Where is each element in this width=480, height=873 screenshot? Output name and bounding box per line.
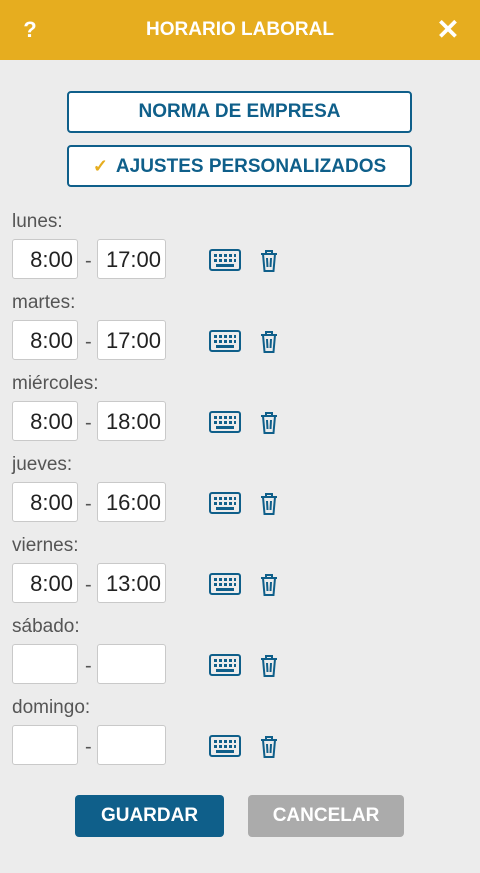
start-time-input[interactable]: 8:00 [12,401,78,441]
start-time-input[interactable]: 8:00 [12,482,78,522]
end-time-input[interactable]: 17:00 [97,320,166,360]
checkmark-icon: ✓ [92,156,108,176]
day-label-tuesday: martes: [12,292,76,313]
start-time-input[interactable]: 8:00 [12,239,78,279]
start-time-input[interactable]: 8:00 [12,320,78,360]
time-separator: - [85,574,92,596]
keyboard-icon[interactable] [209,492,241,514]
trash-icon[interactable] [260,655,278,677]
end-time-input[interactable]: 18:00 [97,401,166,441]
time-separator: - [85,412,92,434]
time-separator: - [85,331,92,353]
start-time-input[interactable]: 8:00 [12,563,78,603]
trash-icon[interactable] [260,331,278,353]
custom-settings-button[interactable]: ✓ AJUSTES PERSONALIZADOS [67,145,412,187]
dialog-header: ? HORARIO LABORAL ✕ [0,0,480,60]
time-separator: - [85,493,92,515]
keyboard-icon[interactable] [209,654,241,676]
trash-icon[interactable] [260,493,278,515]
keyboard-icon[interactable] [209,330,241,352]
day-label-friday: viernes: [12,535,79,556]
end-time-input[interactable]: 16:00 [97,482,166,522]
trash-icon[interactable] [260,250,278,272]
trash-icon[interactable] [260,736,278,758]
start-time-input[interactable] [12,725,78,765]
close-button[interactable]: ✕ [434,0,462,60]
save-button[interactable]: GUARDAR [75,795,224,837]
keyboard-icon[interactable] [209,249,241,271]
keyboard-icon[interactable] [209,411,241,433]
time-separator: - [85,655,92,677]
day-label-saturday: sábado: [12,616,80,637]
company-norm-label: NORMA DE EMPRESA [138,101,341,122]
trash-icon[interactable] [260,574,278,596]
end-time-input[interactable]: 17:00 [97,239,166,279]
keyboard-icon[interactable] [209,735,241,757]
company-norm-button[interactable]: NORMA DE EMPRESA [67,91,412,133]
end-time-input[interactable] [97,644,166,684]
day-label-monday: lunes: [12,211,63,232]
trash-icon[interactable] [260,412,278,434]
end-time-input[interactable]: 13:00 [97,563,166,603]
day-label-sunday: domingo: [12,697,91,718]
day-label-thursday: jueves: [12,454,73,475]
time-separator: - [85,250,92,272]
start-time-input[interactable] [12,644,78,684]
dialog-title: HORARIO LABORAL [146,19,334,40]
keyboard-icon[interactable] [209,573,241,595]
end-time-input[interactable] [97,725,166,765]
time-separator: - [85,736,92,758]
custom-settings-label: AJUSTES PERSONALIZADOS [115,156,387,177]
day-label-wednesday: miércoles: [12,373,99,394]
cancel-button[interactable]: CANCELAR [248,795,404,837]
